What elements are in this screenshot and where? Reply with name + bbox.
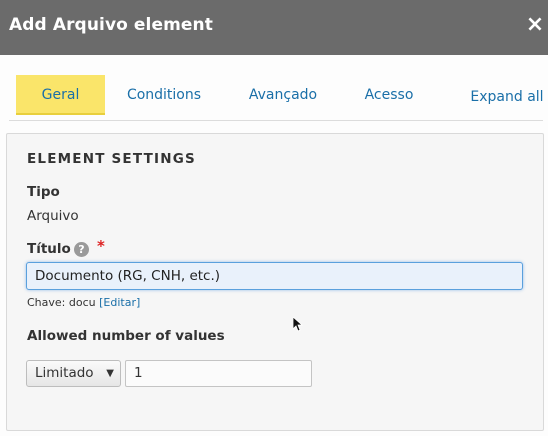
close-icon[interactable]: × — [524, 11, 546, 39]
titulo-label: Título — [27, 241, 71, 257]
edit-key-link[interactable]: [Editar] — [99, 296, 140, 309]
cardinality-select-value: Limitado — [35, 365, 94, 381]
tipo-label: Tipo — [27, 184, 60, 200]
tab-bar: Geral Conditions Avançado Acesso Expand … — [0, 55, 548, 125]
dialog-title: Add Arquivo element — [9, 15, 213, 35]
cardinality-select[interactable]: Limitado ▼ — [26, 360, 121, 387]
expand-all-link[interactable]: Expand all — [466, 77, 548, 117]
tab-geral[interactable]: Geral — [16, 75, 105, 115]
dialog-titlebar: Add Arquivo element × — [0, 0, 548, 55]
tab-acesso[interactable]: Acesso — [353, 75, 425, 115]
tab-avancado[interactable]: Avançado — [240, 75, 326, 115]
machine-key-hint: Chave: docu [Editar] — [27, 296, 140, 309]
machine-key-text: Chave: docu — [27, 296, 96, 309]
tab-conditions[interactable]: Conditions — [117, 75, 211, 115]
chevron-down-icon: ▼ — [106, 368, 114, 379]
required-marker: * — [97, 237, 105, 255]
allowed-values-label: Allowed number of values — [27, 328, 225, 344]
section-title: ELEMENT SETTINGS — [27, 151, 196, 167]
tipo-value: Arquivo — [27, 208, 79, 224]
tabs-divider — [9, 120, 543, 121]
element-settings-panel: ELEMENT SETTINGS Tipo Arquivo Título ? *… — [6, 133, 544, 431]
help-icon[interactable]: ? — [74, 242, 89, 257]
add-element-dialog: Add Arquivo element × Geral Conditions A… — [0, 0, 548, 436]
cardinality-number-input[interactable]: 1 — [125, 360, 312, 387]
titulo-input[interactable]: Documento (RG, CNH, etc.) — [26, 262, 523, 290]
